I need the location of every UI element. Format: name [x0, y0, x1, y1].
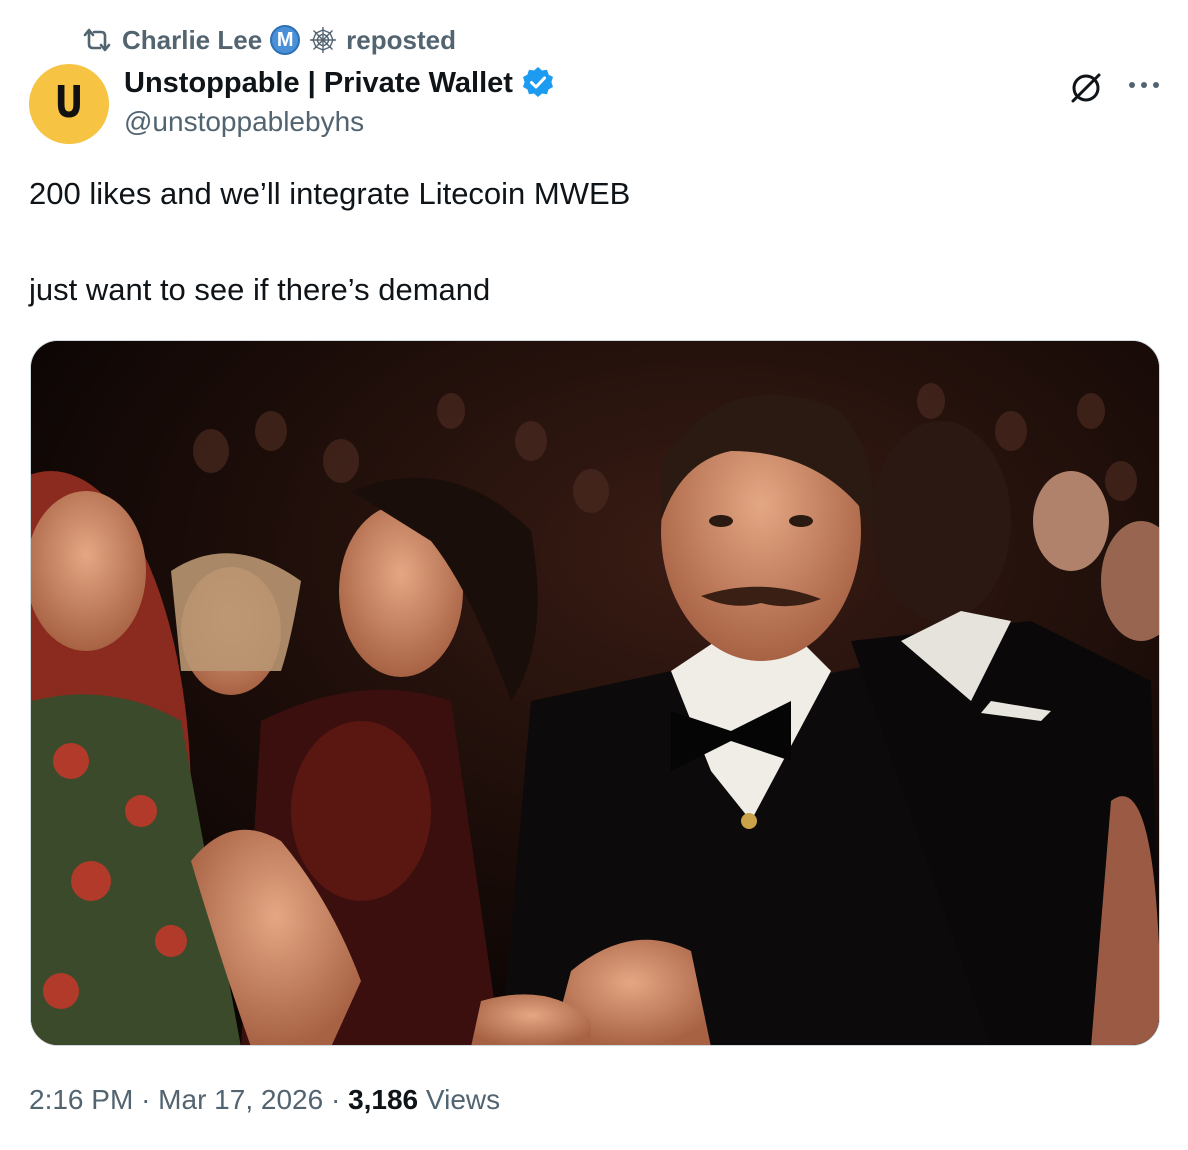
footer-separator: · — [141, 1084, 151, 1115]
author-handle[interactable]: @unstoppablebyhs — [124, 106, 364, 138]
repost-action-label: reposted — [346, 24, 456, 55]
views-count[interactable]: 3,186 — [348, 1084, 418, 1115]
tweet-media-image[interactable] — [30, 340, 1160, 1046]
repost-user-name[interactable]: Charlie Lee — [122, 25, 262, 56]
tweet-text-line-2: just want to see if there’s demand — [29, 272, 491, 307]
spider-web-icon — [308, 25, 338, 55]
tweet-text-line-1: 200 likes and we’ll integrate Litecoin M… — [29, 176, 631, 211]
footer-separator-2: · — [330, 1084, 341, 1115]
tweet-time[interactable]: 2:16 PM — [29, 1084, 133, 1115]
repost-icon — [80, 26, 114, 54]
tweet-footer: 2:16 PM · Mar 17, 2026 · 3,186 Views — [29, 1084, 500, 1116]
repost-context: Charlie Lee M reposted — [80, 22, 456, 58]
tweet-date[interactable]: Mar 17, 2026 — [158, 1084, 323, 1115]
media-illustration — [31, 341, 1159, 1045]
verified-badge-icon — [521, 66, 555, 100]
avatar-letter: U — [54, 76, 84, 128]
author-name-row: Unstoppable | Private Wallet — [124, 66, 555, 100]
more-icon[interactable] — [1124, 70, 1164, 100]
m-badge-icon: M — [270, 25, 301, 55]
author-avatar[interactable]: U — [29, 64, 109, 144]
grok-icon[interactable] — [1066, 68, 1106, 108]
views-label: Views — [425, 1084, 501, 1115]
author-display-name[interactable]: Unstoppable | Private Wallet — [124, 67, 513, 100]
